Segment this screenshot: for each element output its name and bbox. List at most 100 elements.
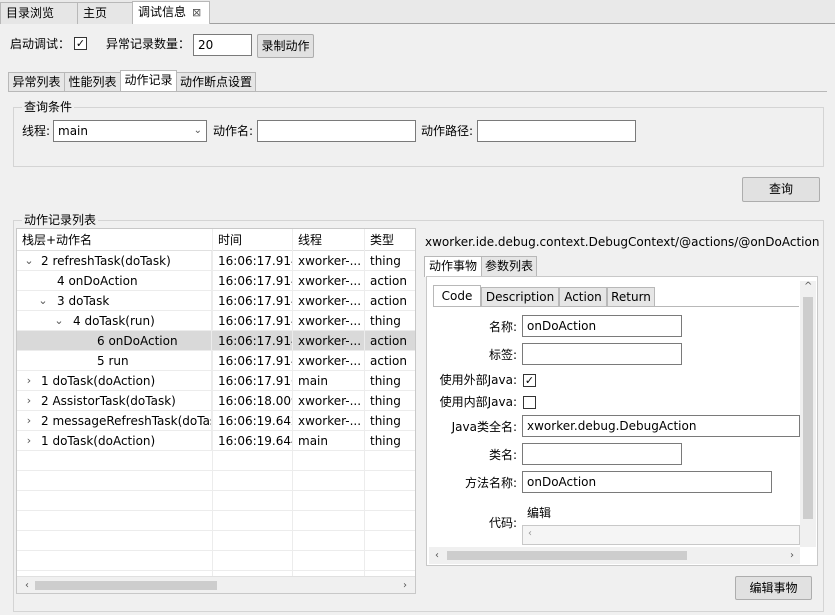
table-row[interactable]: › 1 doTask(doAction) 16:06:17.916 main thing (17, 371, 415, 391)
debug-enable-label: 启动调试： (10, 37, 71, 51)
query-button[interactable]: 查询 (742, 177, 820, 202)
cell-time: 16:06:17.914 (213, 271, 293, 291)
cell-type: thing (365, 371, 415, 391)
chevron-right-icon[interactable]: › (23, 391, 35, 411)
table-row[interactable]: 6 onDoAction 16:06:17.914 xworker-... actio… (17, 331, 415, 351)
scroll-up-icon[interactable]: ^ (804, 281, 812, 292)
column-header-stack-action[interactable]: 栈层+动作名 (17, 229, 213, 251)
cell-action-name: 1 doTask(doAction) (41, 371, 212, 391)
chevron-right-icon[interactable]: › (23, 411, 35, 431)
edit-thing-button[interactable]: 编辑事物 (735, 576, 812, 600)
action-record-tree[interactable]: 栈层+动作名 时间 线程 类型 ⌄ 2 refreshTask(doTask) 16… (16, 228, 416, 594)
cell-time: 16:06:17.914 (213, 351, 293, 371)
cell-thread: xworker-... (293, 411, 365, 431)
action-path-label: 动作路径: (421, 124, 474, 138)
java-class-input[interactable]: xworker.debug.DebugAction (522, 415, 800, 437)
cell-action-name: 5 run (97, 351, 212, 371)
scrollbar-thumb[interactable] (447, 551, 687, 560)
close-icon[interactable]: ⊠ (192, 6, 201, 19)
tab-home[interactable]: 主页 (77, 2, 133, 24)
use-outer-java-checkbox[interactable]: ✓ (523, 374, 536, 387)
class-name-input[interactable] (522, 443, 682, 465)
detail-vertical-scrollbar[interactable]: ^ (800, 281, 816, 547)
scroll-right-icon[interactable]: › (397, 577, 413, 593)
cell-thread: xworker-... (293, 251, 365, 271)
cell-time: 16:06:17.914 (213, 311, 293, 331)
cell-type: action (365, 271, 415, 291)
table-row[interactable]: ⌄ 2 refreshTask(doTask) 16:06:17.914 xworke… (17, 251, 415, 271)
tag-input[interactable] (522, 343, 682, 365)
cell-action-name: 4 onDoAction (57, 271, 212, 291)
thread-select[interactable]: main ⌄ (53, 120, 207, 142)
record-action-button[interactable]: 录制动作 (257, 34, 314, 58)
cell-action-name: 2 messageRefreshTask(doTas (41, 411, 212, 431)
tab-performance-list[interactable]: 性能列表 (64, 72, 121, 92)
debug-enable-checkbox[interactable]: ✓ (74, 37, 87, 50)
method-name-input[interactable]: onDoAction (522, 471, 772, 493)
scroll-left-icon[interactable]: ‹ (528, 528, 532, 539)
code-edit-link[interactable]: 编辑 (527, 505, 551, 521)
table-row[interactable]: › 1 doTask(doAction) 16:06:19.644 main thing (17, 431, 415, 451)
tab-label: 调试信息 (138, 5, 187, 19)
scroll-right-icon[interactable]: › (784, 547, 800, 564)
table-row[interactable]: ⌄ 4 doTask(run) 16:06:17.914 xworker-... thi… (17, 311, 415, 331)
action-path-text: xworker.ide.debug.context.DebugContext/@… (425, 235, 820, 249)
chevron-down-icon[interactable]: ⌄ (23, 251, 35, 271)
column-header-time[interactable]: 时间 (213, 229, 293, 251)
tab-action-breakpoints[interactable]: 动作断点设置 (176, 72, 256, 92)
inner-tab-divider (433, 306, 799, 307)
tab-params-list[interactable]: 参数列表 (481, 256, 537, 277)
column-header-type[interactable]: 类型 (365, 229, 415, 251)
class-name-label: 类名: (488, 448, 517, 462)
table-row[interactable]: ⌄ 3 doTask 16:06:17.914 xworker-... action (17, 291, 415, 311)
table-row[interactable]: › 2 messageRefreshTask(doTas 16:06:19.642 x… (17, 411, 415, 431)
cell-thread: xworker-... (293, 391, 365, 411)
table-row[interactable]: 4 onDoAction 16:06:17.914 xworker-... actio… (17, 271, 415, 291)
cell-thread: main (293, 431, 365, 451)
action-path-input[interactable] (477, 120, 636, 142)
cell-time: 16:06:17.914 (213, 251, 293, 271)
cell-time: 16:06:17.914 (213, 291, 293, 311)
code-editor-scrollbar[interactable]: ‹ (522, 525, 800, 545)
table-row[interactable]: 5 run 16:06:17.914 xworker-... action (17, 351, 415, 371)
code-label: 代码: (488, 516, 517, 530)
exception-limit-input[interactable]: 20 (193, 34, 252, 56)
chevron-down-icon: ⌄ (193, 125, 202, 136)
use-inner-java-checkbox[interactable] (523, 396, 536, 409)
cell-action-name: 2 refreshTask(doTask) (41, 251, 212, 271)
scroll-left-icon[interactable]: ‹ (19, 577, 35, 593)
detail-horizontal-scrollbar[interactable]: ‹ › (429, 547, 800, 564)
records-group-title: 动作记录列表 (22, 212, 99, 228)
chevron-right-icon[interactable]: › (23, 431, 35, 451)
tab-debug-info[interactable]: 调试信息 ⊠ (132, 1, 210, 25)
action-name-input[interactable] (257, 120, 416, 142)
scroll-left-icon[interactable]: ‹ (429, 547, 445, 564)
tab-label: 主页 (83, 6, 108, 20)
scrollbar-thumb[interactable] (35, 581, 217, 590)
table-row[interactable]: › 2 AssistorTask(doTask) 16:06:18.009 xwork… (17, 391, 415, 411)
cell-time: 16:06:17.914 (213, 331, 293, 351)
cell-type: thing (365, 431, 415, 451)
cell-action-name: 6 onDoAction (97, 331, 212, 351)
cell-type: action (365, 351, 415, 371)
tab-description[interactable]: Description (481, 287, 559, 307)
scrollbar-thumb[interactable] (803, 297, 813, 519)
chevron-down-icon[interactable]: ⌄ (53, 311, 65, 331)
name-input[interactable]: onDoAction (522, 315, 682, 337)
column-header-thread[interactable]: 线程 (293, 229, 365, 251)
tab-action-thing[interactable]: 动作事物 (424, 256, 482, 277)
tab-action-record[interactable]: 动作记录 (120, 70, 177, 92)
tab-return[interactable]: Return (607, 287, 655, 307)
cell-action-name: 2 AssistorTask(doTask) (41, 391, 212, 411)
tab-exception-list[interactable]: 异常列表 (8, 72, 65, 92)
tab-label: 目录浏览 (6, 6, 55, 20)
chevron-right-icon[interactable]: › (23, 371, 35, 391)
tab-code[interactable]: Code (433, 285, 481, 307)
tab-action[interactable]: Action (559, 287, 607, 307)
tab-directory-browse[interactable]: 目录浏览 (0, 2, 78, 24)
table-horizontal-scrollbar[interactable]: ‹ › (17, 576, 415, 593)
name-label: 名称: (488, 320, 517, 334)
chevron-down-icon[interactable]: ⌄ (37, 291, 49, 311)
thread-label: 线程: (22, 124, 51, 138)
cell-thread: xworker-... (293, 291, 365, 311)
